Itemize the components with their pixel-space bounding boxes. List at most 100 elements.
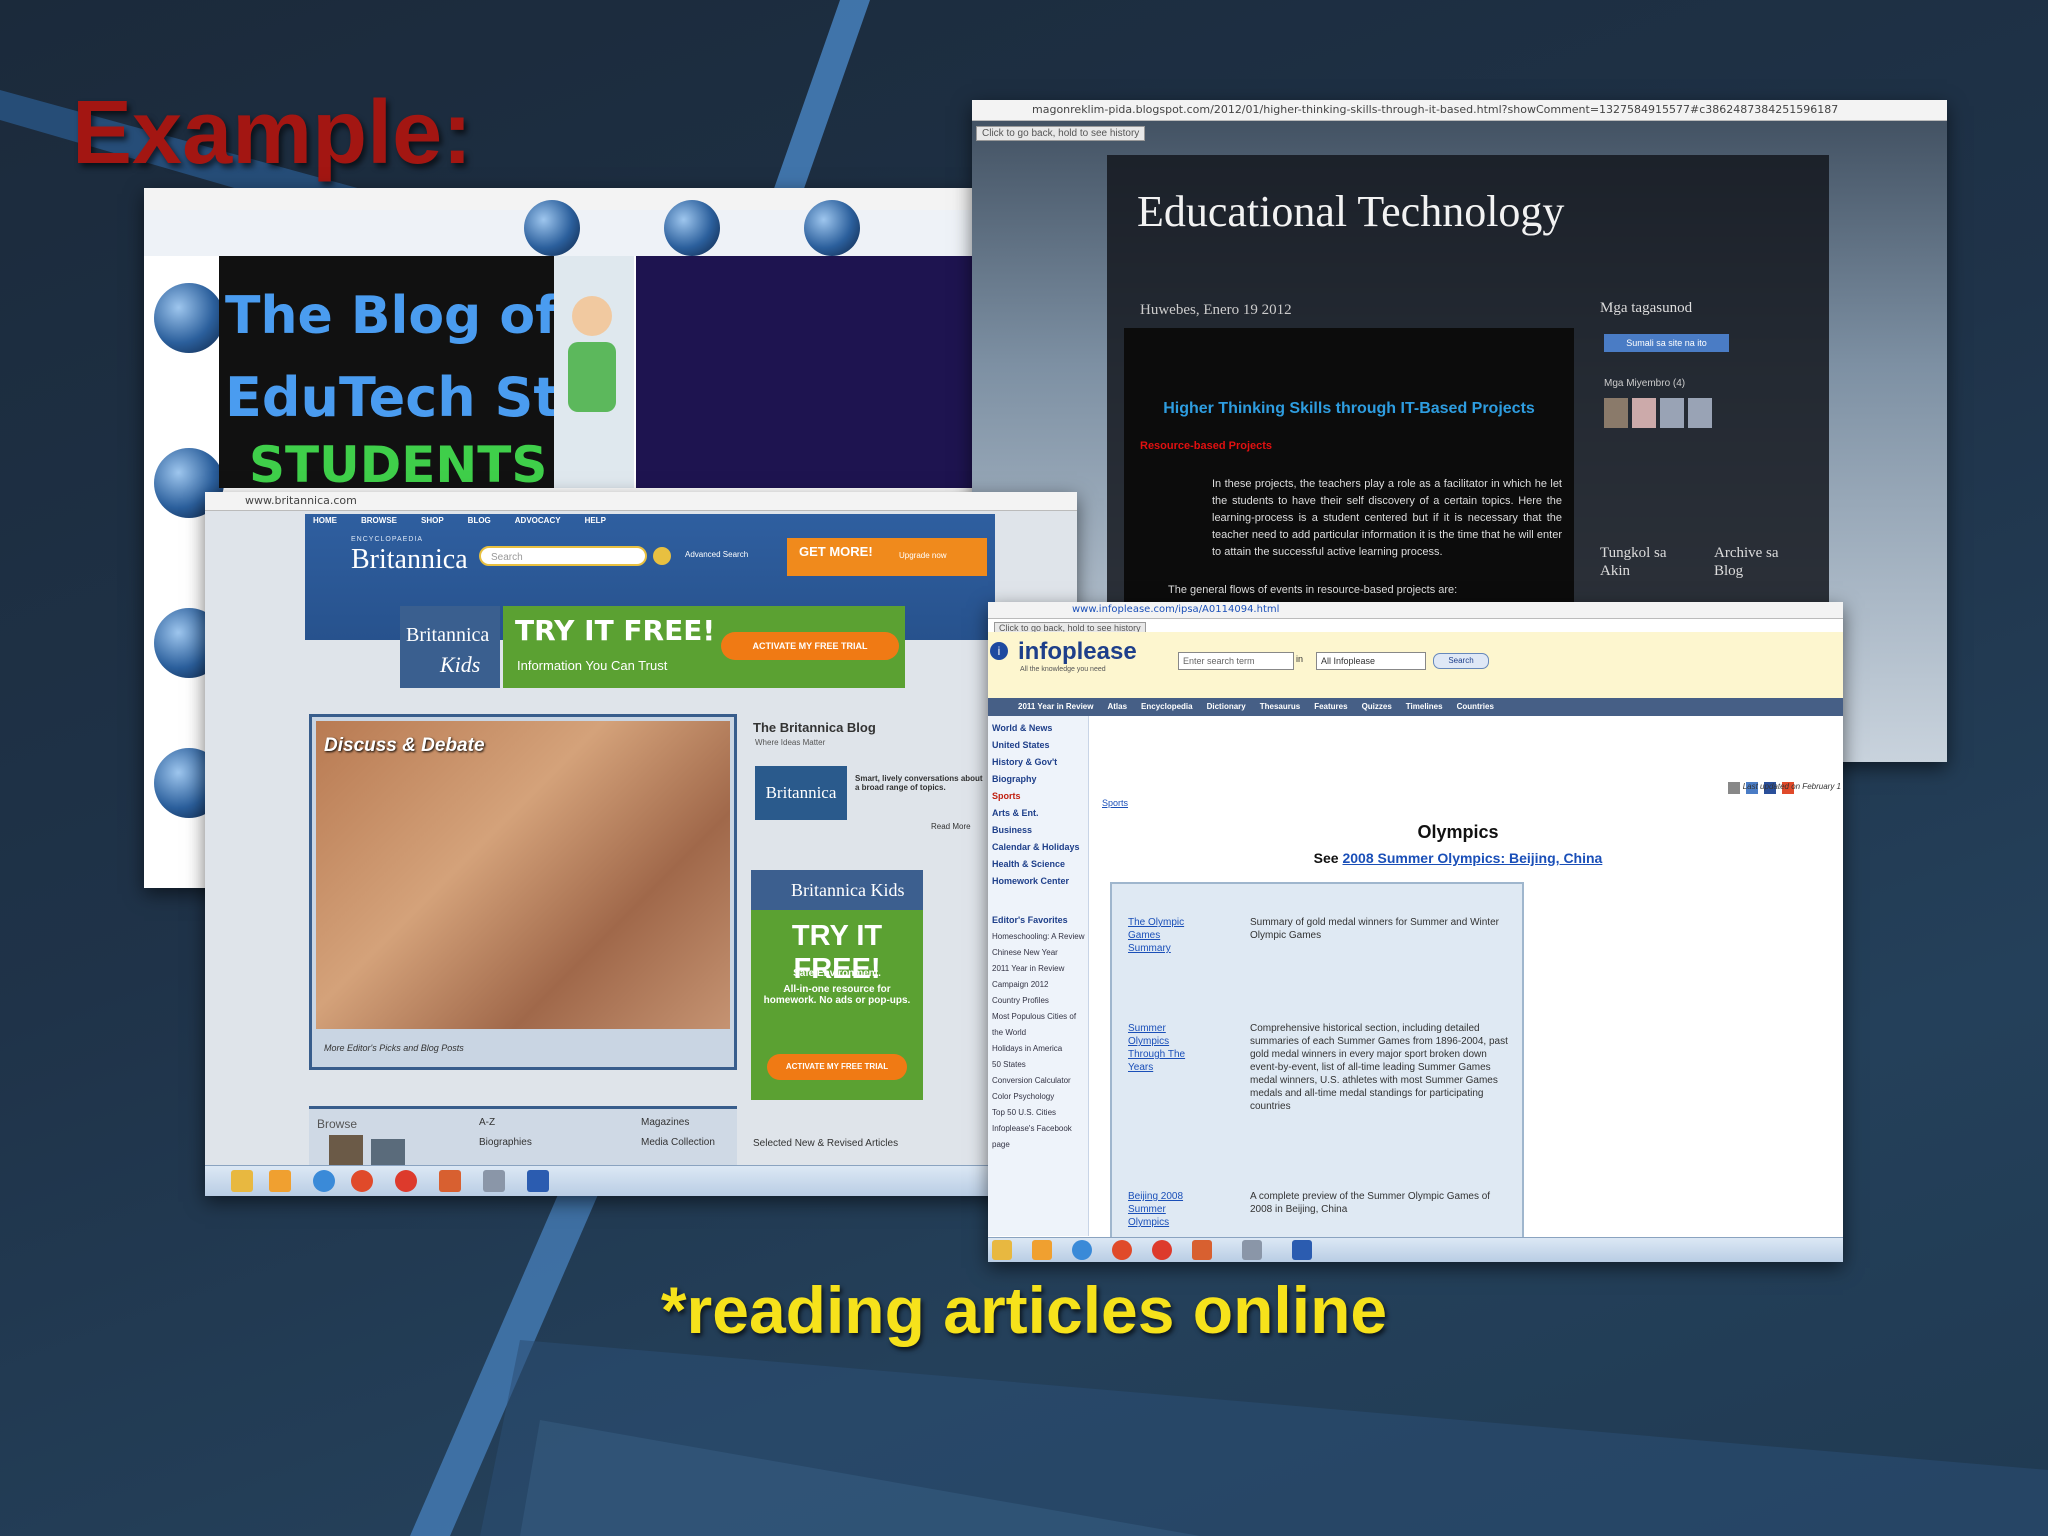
favorite-link[interactable]: Most Populous Cities of the World xyxy=(992,1009,1088,1041)
kids-activate-button[interactable]: ACTIVATE MY FREE TRIAL xyxy=(767,1054,907,1080)
browse-link-biographies[interactable]: Biographies xyxy=(479,1137,532,1148)
tab-atlas[interactable]: Atlas xyxy=(1107,698,1127,716)
logo-top: ENCYCLOPAEDIA xyxy=(351,536,423,543)
favorite-link[interactable]: Conversion Calculator xyxy=(992,1073,1088,1089)
see-link[interactable]: 2008 Summer Olympics: Beijing, China xyxy=(1342,850,1602,866)
cartoon-boy-image xyxy=(554,256,634,488)
banner-line-2: EduTech Student xyxy=(225,366,554,429)
search-button[interactable]: Search xyxy=(1433,653,1489,669)
breadcrumb[interactable]: Sports xyxy=(1102,798,1128,808)
discuss-debate-title[interactable]: Discuss & Debate xyxy=(324,735,485,757)
print-icon[interactable] xyxy=(1728,782,1740,794)
tab-dictionary[interactable]: Dictionary xyxy=(1207,698,1246,716)
favorite-link[interactable]: Homeschooling: A Review xyxy=(992,929,1088,945)
nav-biography[interactable]: Biography xyxy=(992,771,1088,788)
activate-trial-button[interactable]: ACTIVATE MY FREE TRIAL xyxy=(721,632,899,660)
globe-icon xyxy=(154,283,224,353)
top-nav: HOME BROWSE SHOP BLOG ADVOCACY HELP xyxy=(313,516,606,525)
search-input[interactable]: Enter search term xyxy=(1178,652,1294,670)
post-title[interactable]: Higher Thinking Skills through IT-Based … xyxy=(1124,400,1574,418)
favorite-link[interactable]: Color Psychology xyxy=(992,1089,1088,1105)
blog-banner: The Blog of An EduTech Student STUDENTS xyxy=(219,256,554,488)
nav-world-news[interactable]: World & News xyxy=(992,720,1088,737)
search-input[interactable]: Search xyxy=(479,546,647,566)
favorite-link[interactable]: Chinese New Year xyxy=(992,945,1088,961)
britannica-logo[interactable]: Britannica xyxy=(351,544,468,576)
globe-icon xyxy=(664,200,720,256)
kids-trial-panel[interactable]: TRY IT FREE! Safe Environment. All-in-on… xyxy=(751,910,923,1100)
media-icon[interactable] xyxy=(269,1170,291,1192)
browse-link-magazines[interactable]: Magazines xyxy=(641,1117,689,1128)
try-free-banner[interactable]: TRY IT FREE! Information You Can Trust A… xyxy=(503,606,905,688)
row-link[interactable]: Summer Olympics Through The Years xyxy=(1128,1022,1198,1074)
favorite-link[interactable]: Top 50 U.S. Cities xyxy=(992,1105,1088,1121)
tab-encyclopedia[interactable]: Encyclopedia xyxy=(1141,698,1193,716)
tab-quizzes[interactable]: Quizzes xyxy=(1362,698,1392,716)
tab-timelines[interactable]: Timelines xyxy=(1406,698,1443,716)
nav-arts[interactable]: Arts & Ent. xyxy=(992,805,1088,822)
tab-features[interactable]: Features xyxy=(1314,698,1347,716)
kids-panel-title: Britannica Kids xyxy=(791,880,905,900)
favorite-link[interactable]: 50 States xyxy=(992,1057,1088,1073)
tab-thesaurus[interactable]: Thesaurus xyxy=(1260,698,1300,716)
address-bar[interactable]: magonreklim-pida.blogspot.com/2012/01/hi… xyxy=(972,100,1947,121)
nav-calendar[interactable]: Calendar & Holidays xyxy=(992,839,1088,856)
try-free-heading: TRY IT FREE! xyxy=(515,614,716,647)
nav-blog[interactable]: BLOG xyxy=(468,516,491,525)
row-description: Comprehensive historical section, includ… xyxy=(1250,1023,1508,1112)
read-more-link[interactable]: Read More xyxy=(931,822,971,831)
tab-year-in-review[interactable]: 2011 Year in Review xyxy=(1018,698,1093,716)
powerpoint-icon[interactable] xyxy=(439,1170,461,1192)
nav-browse[interactable]: BROWSE xyxy=(361,516,397,525)
word-icon[interactable] xyxy=(1292,1240,1312,1260)
browse-link-media[interactable]: Media Collection xyxy=(641,1137,715,1148)
post-last-line: The general flows of events in resource-… xyxy=(1168,584,1458,596)
ie-icon[interactable] xyxy=(1072,1240,1092,1260)
favorite-link[interactable]: Country Profiles xyxy=(992,993,1088,1009)
nav-health[interactable]: Health & Science xyxy=(992,856,1088,873)
blog-title[interactable]: Educational Technology xyxy=(1137,186,1564,237)
advanced-search-link[interactable]: Advanced Search xyxy=(685,550,748,559)
row-link[interactable]: Beijing 2008 Summer Olympics xyxy=(1128,1190,1198,1229)
nav-shop[interactable]: SHOP xyxy=(421,516,444,525)
nav-history[interactable]: History & Gov't xyxy=(992,754,1088,771)
firefox-icon[interactable] xyxy=(351,1170,373,1192)
favorite-link[interactable]: 2011 Year in Review xyxy=(992,961,1088,977)
ie-icon[interactable] xyxy=(313,1170,335,1192)
app-icon[interactable] xyxy=(1242,1240,1262,1260)
media-icon[interactable] xyxy=(1032,1240,1052,1260)
folder-icon[interactable] xyxy=(231,1170,253,1192)
nav-business[interactable]: Business xyxy=(992,822,1088,839)
nav-homework[interactable]: Homework Center xyxy=(992,873,1088,890)
favorite-link[interactable]: Infoplease's Facebook page xyxy=(992,1121,1088,1153)
follow-button[interactable]: Sumali sa site na ito xyxy=(1604,334,1729,352)
word-icon[interactable] xyxy=(527,1170,549,1192)
blog-logo-thumbnail[interactable]: Britannica xyxy=(755,766,847,820)
folder-icon[interactable] xyxy=(992,1240,1012,1260)
address-bar[interactable]: www.infoplease.com/ipsa/A0114094.html xyxy=(988,602,1843,619)
britannica-blog-title[interactable]: The Britannica Blog xyxy=(753,720,876,735)
nav-sports[interactable]: Sports xyxy=(992,788,1088,805)
nav-home[interactable]: HOME xyxy=(313,516,337,525)
favorite-link[interactable]: Campaign 2012 xyxy=(992,977,1088,993)
tab-countries[interactable]: Countries xyxy=(1457,698,1494,716)
chrome-icon[interactable] xyxy=(1152,1240,1172,1260)
firefox-icon[interactable] xyxy=(1112,1240,1132,1260)
browse-link-az[interactable]: A-Z xyxy=(479,1117,495,1128)
powerpoint-icon[interactable] xyxy=(1192,1240,1212,1260)
left-nav: World & News United States History & Gov… xyxy=(988,716,1089,1236)
chrome-icon[interactable] xyxy=(395,1170,417,1192)
row-link[interactable]: The Olympic Games Summary xyxy=(1128,916,1198,955)
nav-advocacy[interactable]: ADVOCACY xyxy=(515,516,561,525)
infoplease-logo[interactable]: infoplease xyxy=(1018,638,1137,666)
get-more-banner[interactable]: GET MORE! Upgrade now xyxy=(787,538,987,576)
globe-icon xyxy=(804,200,860,256)
scope-select[interactable]: All Infoplease xyxy=(1316,652,1426,670)
more-picks-link[interactable]: More Editor's Picks and Blog Posts xyxy=(324,1043,464,1053)
favorite-link[interactable]: Holidays in America xyxy=(992,1041,1088,1057)
search-go-button[interactable] xyxy=(653,547,671,565)
app-icon[interactable] xyxy=(483,1170,505,1192)
nav-help[interactable]: HELP xyxy=(585,516,606,525)
address-bar[interactable]: www.britannica.com xyxy=(205,492,1077,511)
nav-united-states[interactable]: United States xyxy=(992,737,1088,754)
